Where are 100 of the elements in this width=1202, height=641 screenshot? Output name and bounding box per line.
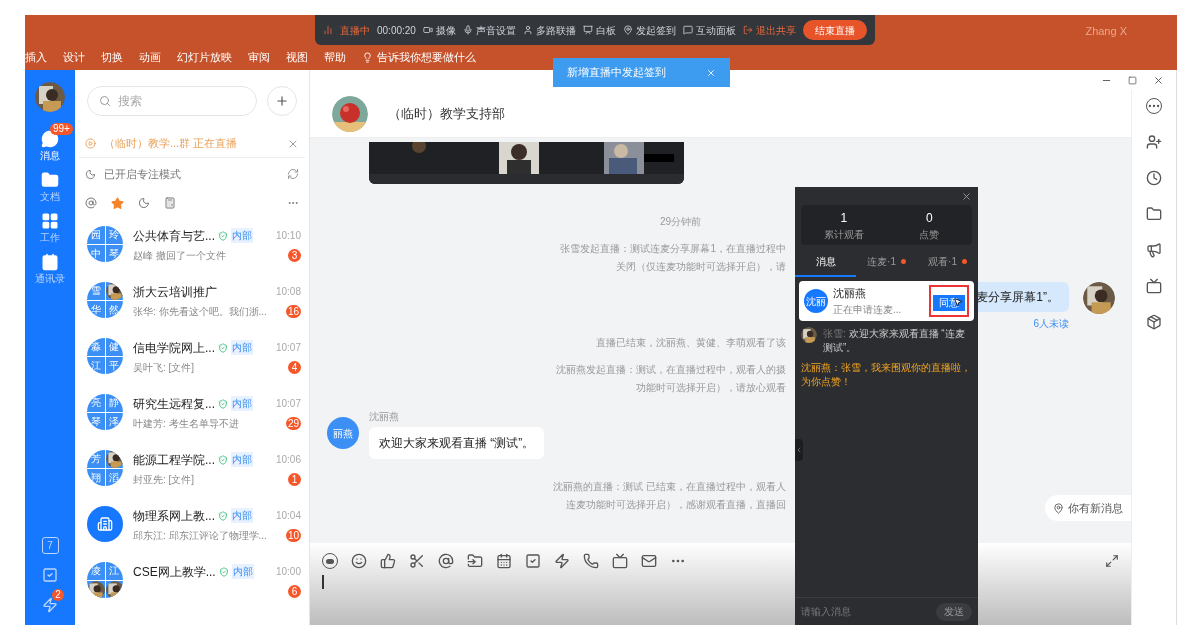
- conversation-preview: 张华: 你先看这个吧。我们浙...: [133, 304, 267, 319]
- toolbar-button[interactable]: 互动面板: [682, 22, 736, 38]
- toolbar-button[interactable]: 摄像: [422, 22, 456, 38]
- unread-badge: 2: [52, 589, 64, 601]
- menu-item[interactable]: 审阅: [248, 49, 270, 66]
- avatar-char: 淼: [87, 338, 105, 356]
- lightning-icon[interactable]: [554, 553, 570, 569]
- conversation-name: 公共体育与艺...: [133, 227, 215, 245]
- end-live-button[interactable]: 结束直播: [802, 20, 867, 40]
- user-name: Zhang X: [1085, 24, 1127, 39]
- close-icon[interactable]: [1153, 74, 1164, 86]
- conversation-name: CSE网上教学...: [133, 563, 216, 581]
- avatar-char: 芳: [87, 450, 105, 468]
- avatar-char: 雪: [87, 282, 105, 300]
- conversation-preview: 封亚先: [文件]: [133, 472, 195, 487]
- avatar-char: 泽: [105, 412, 123, 430]
- expand-icon[interactable]: [1105, 554, 1119, 568]
- star-icon[interactable]: [111, 196, 124, 210]
- mic-icon: [462, 25, 473, 35]
- close-icon[interactable]: [961, 190, 972, 202]
- mail-icon[interactable]: [641, 553, 657, 569]
- todo-icon: [42, 567, 58, 583]
- search-field[interactable]: 搜索: [87, 86, 257, 116]
- folder-icon[interactable]: [1146, 206, 1162, 222]
- nav-item[interactable]: 工作: [40, 212, 60, 245]
- conversation-item[interactable]: 凌 江 CSE网上教学... 内部 10:00 6: [75, 552, 309, 608]
- requester-name: 沈丽燕: [833, 286, 867, 302]
- mention-icon[interactable]: [438, 553, 454, 569]
- focus-mode-text: 已开启专注模式: [104, 166, 181, 182]
- send-button[interactable]: 发送: [936, 602, 972, 621]
- conversation-time: 10:07: [275, 397, 301, 411]
- menu-item[interactable]: 帮助: [324, 49, 346, 66]
- thumbs-up-icon[interactable]: [380, 553, 396, 569]
- calculator-icon[interactable]: [164, 197, 176, 209]
- toolbar-button[interactable]: 多路联播: [522, 22, 576, 38]
- moon-icon[interactable]: [138, 197, 150, 209]
- internal-tag: 内部: [231, 508, 253, 523]
- tell-me-text[interactable]: 告诉我你想要做什么: [377, 49, 476, 66]
- system-message: 关闭（仅连麦功能时可选择开启），请: [616, 260, 786, 274]
- megaphone-icon[interactable]: [1146, 242, 1162, 258]
- toolbar-button[interactable]: 发起签到: [622, 22, 676, 38]
- toolbar-button[interactable]: 白板: [582, 22, 616, 38]
- maximize-icon[interactable]: [1128, 75, 1137, 85]
- clock-icon[interactable]: [1146, 170, 1162, 186]
- conversation-time: 10:00: [275, 565, 301, 579]
- add-user-icon[interactable]: [1146, 134, 1162, 150]
- conversation-item[interactable]: 园 玲 中 琴 公共体育与艺... 内部 10:10 赵峰 撤回了一个文件 3: [75, 216, 309, 272]
- comment-input[interactable]: 请输入消息: [801, 604, 936, 619]
- panel-tab[interactable]: 观看·1: [917, 247, 978, 277]
- nav-item[interactable]: 通讯录: [35, 253, 65, 286]
- folder-icon[interactable]: [467, 553, 483, 569]
- calendar-icon[interactable]: [496, 553, 512, 569]
- unread-badge: 1: [288, 472, 301, 486]
- emoji-icon[interactable]: [351, 553, 367, 569]
- tv-icon[interactable]: [1146, 278, 1162, 294]
- scissors-icon[interactable]: [409, 553, 425, 569]
- conversation-time: 10:07: [275, 341, 301, 355]
- menu-item[interactable]: 插入: [25, 49, 47, 66]
- avatar-char: 琴: [87, 412, 105, 430]
- conversation-item[interactable]: 物理系网上教... 内部 10:04 邱东江: 邱东江评论了物理学... 10: [75, 496, 309, 552]
- menu-item[interactable]: 设计: [63, 49, 85, 66]
- unread-badge: 29: [285, 416, 301, 430]
- todo-icon[interactable]: [525, 553, 541, 569]
- system-message: 连麦功能时可选择开启），感谢观看直播，直播回: [566, 498, 786, 512]
- lightbulb-icon: [362, 52, 373, 63]
- live-banner[interactable]: （临时）教学...群 正在直播: [79, 130, 305, 158]
- stat-label: 累计观看: [823, 227, 864, 242]
- menu-item[interactable]: 切换: [101, 49, 123, 66]
- conversation-name: 能源工程学院...: [133, 451, 215, 469]
- toolbar-button[interactable]: 退出共享: [742, 22, 796, 38]
- nav-icon-button[interactable]: [40, 565, 60, 585]
- panel-tab[interactable]: 连麦·1: [856, 247, 917, 277]
- message-bubble: 欢迎大家来观看直播 “测试”。: [369, 427, 545, 459]
- avatar-char: 江: [105, 562, 123, 580]
- toolbar-button[interactable]: 声音设置: [462, 22, 516, 38]
- collapse-icon[interactable]: [795, 446, 803, 454]
- pin-icon: [622, 25, 633, 35]
- read-status: 6人未读: [1033, 317, 1069, 331]
- unread-badge: 4: [288, 360, 301, 374]
- phone-icon[interactable]: [583, 553, 599, 569]
- nav-item[interactable]: 文档: [40, 171, 60, 204]
- panel-tab[interactable]: 消息: [795, 247, 856, 277]
- cube-icon[interactable]: [1146, 314, 1162, 330]
- refresh-icon[interactable]: [287, 168, 299, 180]
- tv-icon[interactable]: [612, 553, 628, 569]
- contacts-icon: [41, 253, 59, 271]
- nav-icon-button[interactable]: 7: [40, 535, 60, 555]
- menu-item[interactable]: 视图: [286, 49, 308, 66]
- conversation-item[interactable]: 亮 静 琴 泽 研究生远程复... 内部 10:07 叶建芳: 考生名单导不进 29: [75, 384, 309, 440]
- live-icon: [85, 138, 96, 149]
- requester-avatar: 沈丽: [804, 289, 828, 313]
- menu-item[interactable]: 幻灯片放映: [177, 49, 232, 66]
- building-icon: [97, 516, 113, 532]
- mention-icon[interactable]: [85, 197, 97, 209]
- stat-value: 0: [925, 209, 933, 227]
- menu-item[interactable]: 动画: [139, 49, 161, 66]
- conversation-preview: 吴叶飞: [文件]: [133, 360, 195, 375]
- conversation-item[interactable]: 雪 华 然 浙大云培训推广 10:08 张华: 你先看这个吧。我们浙... 16: [75, 272, 309, 328]
- internal-tag: 内部: [231, 340, 253, 355]
- new-message-pill[interactable]: 你有新消息: [1045, 495, 1131, 521]
